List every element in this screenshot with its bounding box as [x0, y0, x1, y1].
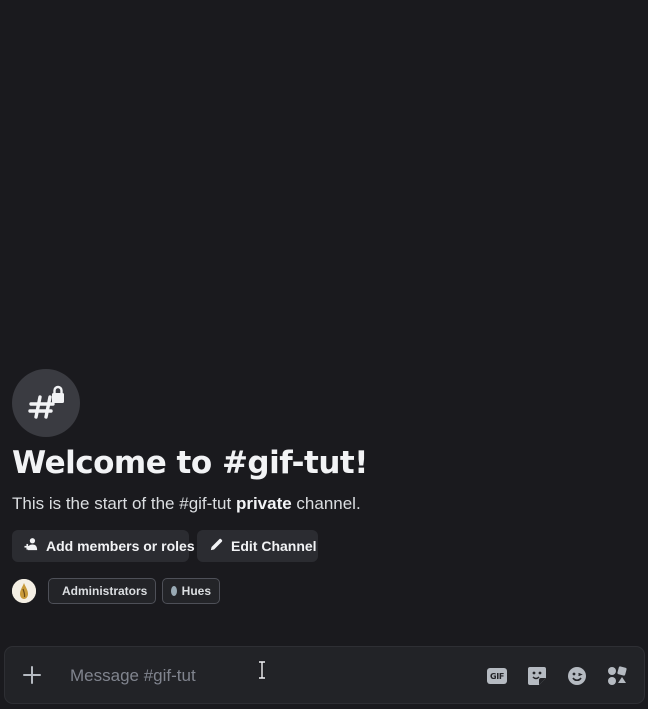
add-members-label: Add members or roles [46, 538, 195, 554]
message-input[interactable] [68, 661, 472, 691]
role-pill-hues[interactable]: Hues [162, 578, 220, 604]
add-members-button[interactable]: Add members or roles [12, 530, 195, 562]
message-composer: GIF [4, 646, 645, 704]
sticker-icon[interactable] [526, 665, 548, 687]
role-name: Hues [181, 584, 211, 598]
avatar[interactable] [12, 579, 36, 603]
gif-icon: GIF [487, 668, 507, 684]
edit-channel-label: Edit Channel [231, 538, 317, 554]
welcome-title: Welcome to #gif-tut! [12, 445, 368, 481]
emoji-icon[interactable] [566, 665, 588, 687]
pencil-icon [209, 537, 224, 555]
role-pill-administrators[interactable]: Administrators [48, 578, 156, 604]
private-channel-icon [12, 369, 80, 437]
add-members-icon [24, 537, 39, 555]
plus-icon[interactable] [22, 665, 42, 685]
role-name: Administrators [62, 584, 148, 598]
gif-button[interactable]: GIF [486, 665, 508, 687]
welcome-subtitle: This is the start of the #gif-tut privat… [12, 494, 361, 514]
edit-channel-button[interactable]: Edit Channel [197, 530, 318, 562]
role-color-dot [171, 586, 177, 596]
text-cursor-icon [256, 660, 268, 680]
apps-icon[interactable] [606, 665, 628, 687]
subtitle-suffix: channel. [291, 494, 361, 513]
chat-area: Welcome to #gif-tut! This is the start o… [0, 0, 648, 709]
subtitle-bold: private [235, 494, 292, 513]
subtitle-prefix: This is the start of the #gif-tut [12, 494, 236, 513]
